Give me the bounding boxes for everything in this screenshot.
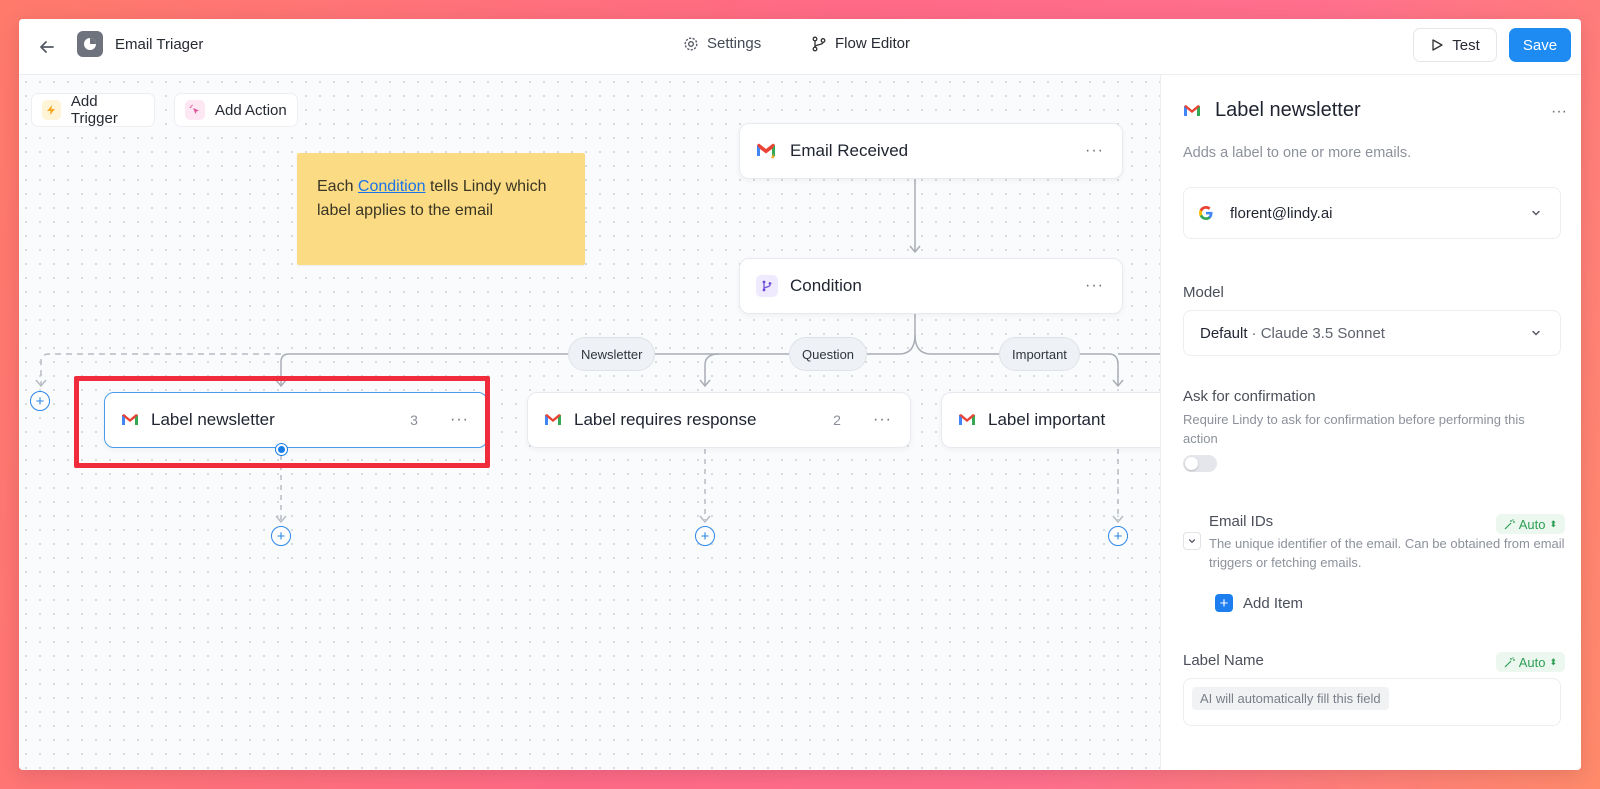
git-branch-icon [812,36,826,51]
cursor-click-icon [185,100,205,120]
chevron-down-icon [1532,330,1540,336]
play-icon [1432,39,1443,51]
magic-wand-icon [1504,656,1515,667]
confirmation-description: Require Lindy to ask for confirmation be… [1183,412,1525,446]
node-email-received[interactable]: Email Received ··· [739,123,1123,179]
more-icon[interactable]: ··· [1551,103,1567,121]
auto-label: Auto [1518,516,1546,532]
confirmation-label: Ask for confirmation [1183,388,1316,405]
chevron-down-icon [1532,210,1540,216]
node-count-badge: 2 [833,412,841,428]
label-name-auto-badge[interactable]: Auto ⬍ [1495,652,1565,672]
add-item-button[interactable]: + Add Item [1215,594,1303,612]
flow-canvas[interactable]: Add Trigger Add Action Each Condition te… [19,75,1160,770]
account-select[interactable]: florent@lindy.ai [1183,187,1561,239]
model-select[interactable]: Default · Claude 3.5 Sonnet [1183,310,1561,356]
branch-icon [756,275,778,297]
node-email-received-label: Email Received [790,141,909,160]
add-step-plus-icon[interactable]: + [271,526,291,546]
lightning-icon [42,100,61,120]
node-condition-label: Condition [790,276,862,295]
flow-editor-tab[interactable]: Flow Editor [811,35,910,52]
sticky-note[interactable]: Each Condition tells Lindy which label a… [297,153,585,265]
gmail-icon [545,414,561,425]
google-icon [1199,206,1213,220]
app-window: Email Triager Settings Flow Editor Test … [19,19,1581,770]
branch-important[interactable]: Important [999,337,1080,371]
sort-icon: ⬍ [1549,518,1557,529]
more-icon[interactable]: ··· [1085,142,1104,160]
gear-icon [684,36,698,51]
gmail-trigger-icon [757,143,775,160]
more-icon[interactable]: ··· [1085,277,1104,295]
more-icon[interactable]: ··· [450,411,469,429]
add-trigger-label: Add Trigger [70,93,118,127]
sort-icon: ⬍ [1549,656,1557,667]
settings-tab-label: Settings [707,35,762,52]
node-count-badge: 3 [410,412,418,428]
email-ids-label: Email IDs [1209,513,1274,530]
branch-newsletter[interactable]: Newsletter [568,337,656,371]
test-button[interactable]: Test [1413,28,1497,62]
magic-wand-icon [1504,518,1515,529]
email-ids-description: The unique identifier of the email. Can … [1209,536,1565,570]
chevron-down-icon [1188,539,1196,544]
label-name-label: Label Name [1183,652,1264,669]
add-trigger-button[interactable]: Add Trigger [31,93,155,127]
panel-title: Label newsletter [1215,99,1361,121]
add-item-label: Add Item [1243,594,1304,612]
pie-chart-icon [84,38,96,50]
gmail-icon [1184,104,1200,116]
model-label: Model [1183,284,1224,301]
add-step-plus-icon[interactable]: + [1108,526,1128,546]
collapse-toggle[interactable] [1183,532,1201,550]
account-value: florent@lindy.ai [1230,204,1333,222]
app-title: Email Triager [115,36,204,53]
gmail-icon [959,414,975,425]
node-label-requires-response[interactable]: Label requires response 2 ··· [527,392,911,448]
node-label-important-label: Label important [988,410,1106,429]
email-ids-auto-badge[interactable]: Auto ⬍ [1495,514,1565,534]
panel-description: Adds a label to one or more emails. [1183,145,1412,161]
add-action-button[interactable]: Add Action [174,93,298,127]
auto-label: Auto [1518,654,1546,670]
plus-icon: + [1215,594,1233,612]
model-value: Default [1200,324,1248,342]
connection-handle[interactable] [276,444,287,455]
panel-header: Label newsletter [1183,99,1361,122]
add-step-plus-icon[interactable]: + [30,391,50,411]
branch-question[interactable]: Question [789,337,868,371]
app-icon [77,31,103,57]
model-sub: · Claude 3.5 Sonnet [1251,324,1385,342]
add-action-label: Add Action [215,101,287,119]
add-step-plus-icon[interactable]: + [695,526,715,546]
node-condition[interactable]: Condition ··· [739,258,1123,314]
condition-link[interactable]: Condition [358,178,426,195]
flow-editor-tab-label: Flow Editor [835,35,911,52]
arrow-left-icon [40,41,54,53]
gmail-icon [122,414,138,425]
node-label-requires-response-label: Label requires response [574,410,757,429]
node-label-important[interactable]: Label important [941,392,1160,448]
test-button-label: Test [1452,36,1480,54]
properties-panel: Label newsletter ··· Adds a label to one… [1160,75,1581,770]
node-label-newsletter-label: Label newsletter [151,410,275,429]
more-icon[interactable]: ··· [873,411,892,429]
ai-fill-placeholder: AI will automatically fill this field [1192,687,1389,710]
settings-tab[interactable]: Settings [683,35,761,52]
back-button[interactable] [33,33,61,61]
confirmation-toggle[interactable] [1183,455,1217,472]
save-button[interactable]: Save [1509,28,1571,62]
top-bar: Email Triager Settings Flow Editor Test … [19,19,1581,75]
node-label-newsletter[interactable]: Label newsletter 3 ··· [104,392,488,448]
note-prefix: Each [317,178,358,195]
label-name-input[interactable]: AI will automatically fill this field [1183,678,1561,726]
